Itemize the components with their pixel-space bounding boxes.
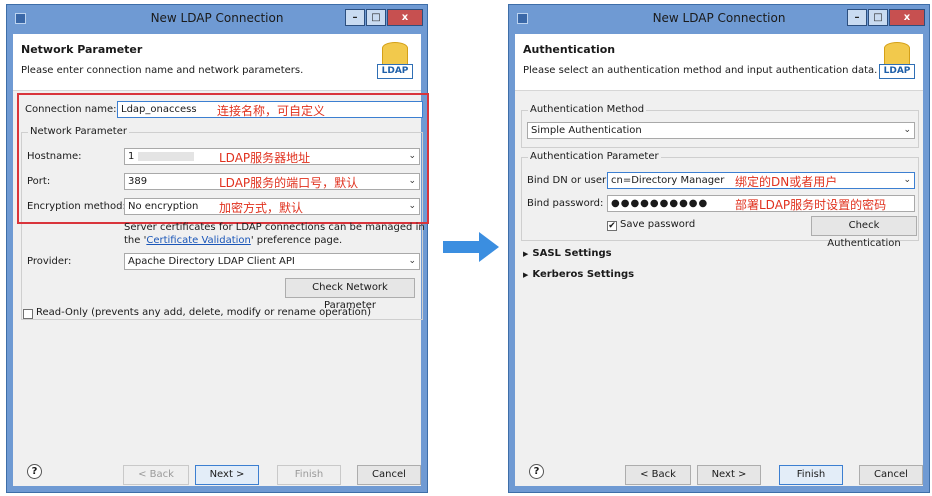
certificate-info-suffix: ' preference page. [250,235,343,246]
close-icon[interactable]: x [387,9,423,26]
minimize-icon[interactable]: – [847,9,867,26]
bind-dn-label: Bind DN or user: [527,175,610,186]
back-button[interactable]: < Back [123,465,189,485]
back-button[interactable]: < Back [625,465,691,485]
check-authentication-button[interactable]: Check Authentication [811,216,917,249]
ldap-database-icon: LDAP [879,42,915,82]
read-only-label: Read-Only (prevents any add, delete, mod… [36,307,372,318]
wizard-header: Authentication Please select an authenti… [515,34,923,91]
page-title: Network Parameter [21,43,143,56]
new-ldap-connection-dialog-authentication: New LDAP Connection – □ x Authentication… [508,4,930,493]
expand-arrow-icon[interactable]: ▶ [523,271,528,279]
cancel-button[interactable]: Cancel [357,465,421,485]
provider-value: Apache Directory LDAP Client API [128,256,295,267]
page-description: Please select an authentication method a… [523,65,878,76]
sasl-settings-label: SASL Settings [532,248,612,259]
cancel-button[interactable]: Cancel [859,465,923,485]
certificate-info-line1: Server certificates for LDAP connections… [124,222,425,233]
maximize-icon[interactable]: □ [868,9,888,26]
bind-dn-value: cn=Directory Manager [611,175,725,186]
wizard-header: Network Parameter Please enter connectio… [13,34,421,91]
read-only-checkbox[interactable] [23,309,33,319]
kerberos-settings-section[interactable]: ▶ Kerberos Settings [523,269,634,280]
ldap-badge: LDAP [879,64,915,79]
authentication-method-value: Simple Authentication [531,125,642,136]
minimize-icon[interactable]: – [345,9,365,26]
chevron-down-icon[interactable]: ⌄ [903,123,911,138]
ldap-badge: LDAP [377,64,413,79]
finish-button[interactable]: Finish [277,465,341,485]
save-password-checkbox[interactable]: ✔ [607,221,617,231]
authentication-method-combo[interactable]: Simple Authentication ⌄ [527,122,915,139]
help-icon[interactable]: ? [529,464,544,479]
save-password-label: Save password [620,219,696,230]
arrow-right-icon [443,232,499,262]
provider-combo[interactable]: Apache Directory LDAP Client API ⌄ [124,253,420,270]
bind-dn-annotation: 绑定的DN或者用户 [735,175,838,189]
chevron-down-icon[interactable]: ⌄ [903,173,911,188]
provider-label: Provider: [27,256,72,267]
next-button[interactable]: Next > [697,465,761,485]
chevron-down-icon[interactable]: ⌄ [408,254,416,269]
annotation-highlight-box [17,93,429,224]
close-icon[interactable]: x [889,9,925,26]
certificate-validation-link[interactable]: Certificate Validation [146,235,251,246]
kerberos-settings-label: Kerberos Settings [532,269,635,280]
next-button[interactable]: Next > [195,465,259,485]
sasl-settings-section[interactable]: ▶ SASL Settings [523,248,612,259]
dialog-client-area: Network Parameter Please enter connectio… [13,34,429,486]
bind-password-label: Bind password: [527,198,604,209]
help-icon[interactable]: ? [27,464,42,479]
title-bar[interactable]: New LDAP Connection – □ x [509,5,929,31]
authentication-parameter-group-title: Authentication Parameter [528,151,661,162]
page-description: Please enter connection name and network… [21,65,304,76]
new-ldap-connection-dialog-network: New LDAP Connection – □ x Network Parame… [6,4,429,493]
ldap-database-icon: LDAP [377,42,413,82]
check-network-parameter-button[interactable]: Check Network Parameter [285,278,415,311]
authentication-method-group-title: Authentication Method [528,104,647,115]
page-title: Authentication [523,43,616,56]
bind-password-annotation: 部署LDAP服务时设置的密码 [735,198,887,212]
bind-password-value: ●●●●●●●●●● [611,198,709,209]
expand-arrow-icon[interactable]: ▶ [523,250,528,258]
certificate-info-line2: the 'Certificate Validation' preference … [124,235,342,246]
maximize-icon[interactable]: □ [366,9,386,26]
certificate-info-prefix: the ' [124,235,147,246]
title-bar[interactable]: New LDAP Connection – □ x [7,5,427,31]
finish-button[interactable]: Finish [779,465,843,485]
dialog-client-area: Authentication Please select an authenti… [515,34,923,486]
